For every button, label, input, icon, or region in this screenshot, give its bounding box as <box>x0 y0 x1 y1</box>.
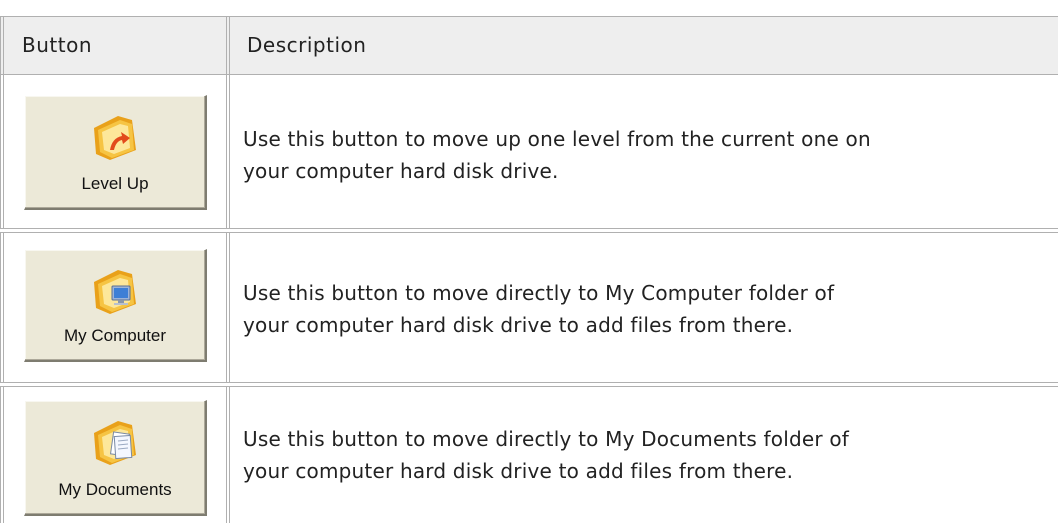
header-description: Description <box>247 33 367 57</box>
my-documents-button-label: My Documents <box>58 480 172 499</box>
table-row-my-documents: My Documents Use this button to move dir… <box>0 387 1058 523</box>
my-computer-description: Use this button to move directly to My C… <box>243 277 1058 341</box>
my-computer-button[interactable]: My Computer <box>24 249 207 362</box>
level-up-folder-icon <box>94 116 136 160</box>
description-line: Use this button to move up one level fro… <box>243 127 871 151</box>
description-line: your computer hard disk drive to add fil… <box>243 459 794 483</box>
description-line: Use this button to move directly to My D… <box>243 427 850 451</box>
level-up-description: Use this button to move up one level fro… <box>243 123 1058 187</box>
my-computer-folder-icon <box>94 270 136 314</box>
my-documents-button[interactable]: My Documents <box>24 400 207 516</box>
my-documents-description: Use this button to move directly to My D… <box>243 423 1058 487</box>
table-row-level-up: Level Up Use this button to move up one … <box>0 74 1058 228</box>
level-up-button[interactable]: Level Up <box>24 95 207 210</box>
level-up-button-label: Level Up <box>81 174 149 193</box>
header-button: Button <box>22 33 92 57</box>
description-line: Use this button to move directly to My C… <box>243 281 835 305</box>
table-row-my-computer: My Computer Use this button to move dire… <box>0 233 1058 382</box>
my-documents-folder-icon <box>94 421 136 465</box>
description-line: your computer hard disk drive to add fil… <box>243 313 794 337</box>
description-line: your computer hard disk drive. <box>243 159 559 183</box>
table-header: Button Description <box>0 16 1058 75</box>
button-description-table: Button Description Level Up Use this but… <box>0 0 1058 523</box>
my-computer-button-label: My Computer <box>63 326 167 345</box>
